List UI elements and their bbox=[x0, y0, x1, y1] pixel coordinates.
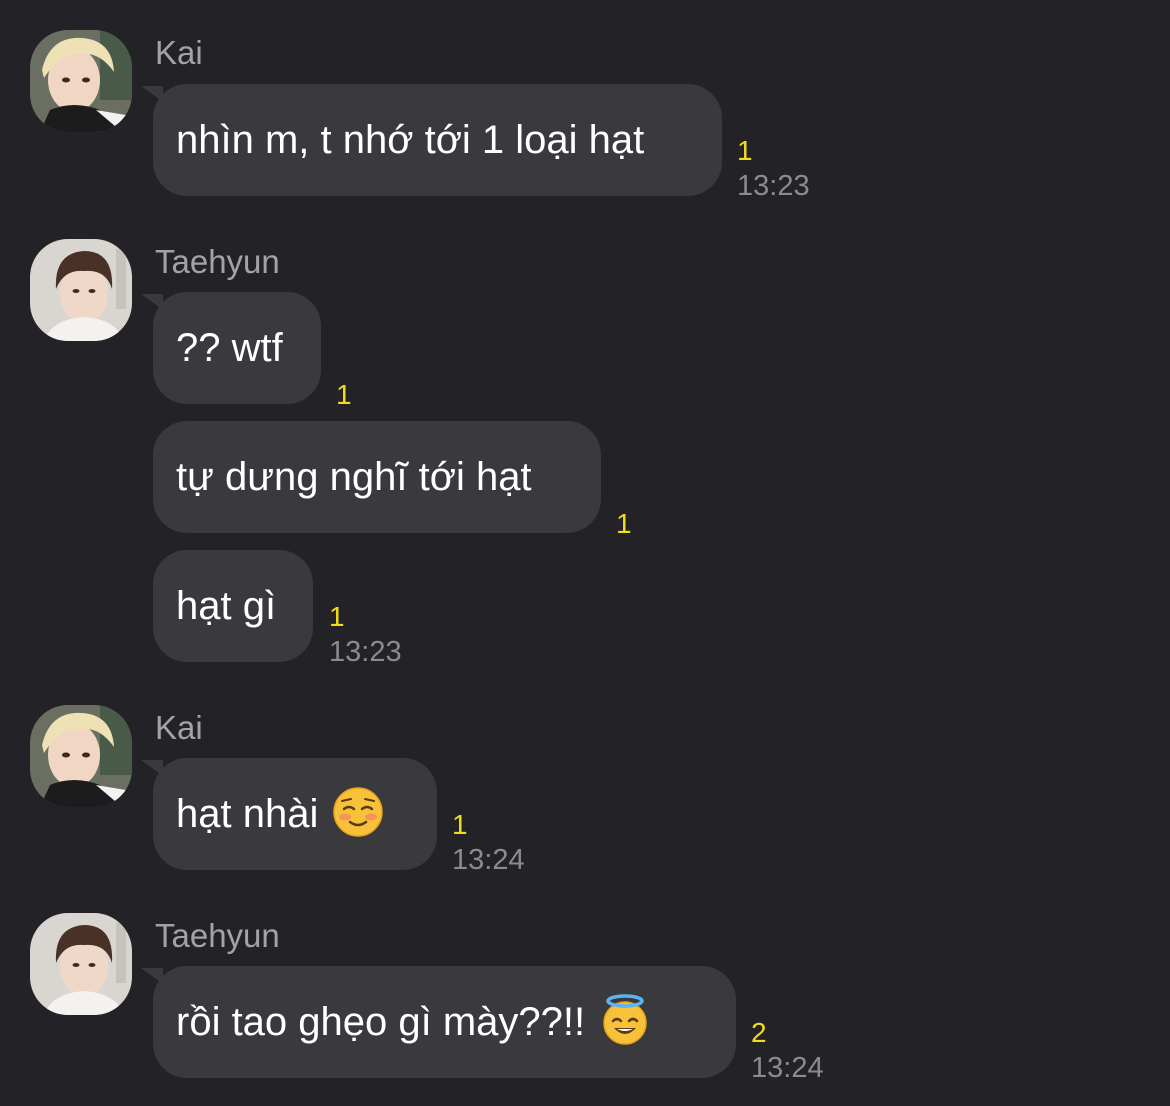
sender-name-kai: Kai bbox=[155, 34, 203, 71]
unread-count: 1 bbox=[737, 135, 753, 166]
message-bubble[interactable]: hạt gì bbox=[153, 550, 313, 662]
message-bubble[interactable]: ?? wtf bbox=[141, 292, 321, 404]
message-bubble[interactable]: rồi tao ghẹo gì mày??!! bbox=[141, 966, 736, 1078]
message-bubble[interactable]: tự dưng nghĩ tới hạt bbox=[153, 421, 601, 533]
message-text: tự dưng nghĩ tới hạt bbox=[176, 455, 532, 499]
taehyun-avatar-image bbox=[30, 239, 132, 341]
message-text: nhìn m, t nhớ tới 1 loại hạt bbox=[176, 118, 645, 162]
message-text: hạt gì bbox=[176, 584, 277, 628]
kai-avatar-image bbox=[30, 705, 132, 807]
taehyun-avatar[interactable] bbox=[30, 913, 132, 1015]
taehyun-avatar[interactable] bbox=[30, 239, 132, 341]
chat-area: Kai nhìn m, t nhớ tới 1 loại hạt 1 13:23… bbox=[0, 0, 1170, 1106]
unread-count: 1 bbox=[336, 379, 352, 410]
message-text: ?? wtf bbox=[176, 326, 283, 370]
bubble-tail bbox=[141, 294, 163, 310]
bubble-tail bbox=[141, 968, 163, 984]
message-time: 13:23 bbox=[737, 170, 810, 202]
sender-name-kai: Kai bbox=[155, 709, 203, 746]
unread-count: 2 bbox=[751, 1017, 767, 1048]
unread-count: 1 bbox=[329, 601, 345, 632]
message-bubble[interactable]: nhìn m, t nhớ tới 1 loại hạt bbox=[141, 84, 722, 196]
sender-name-taehyun: Taehyun bbox=[155, 243, 280, 280]
kai-avatar-image bbox=[30, 30, 132, 132]
unread-count: 1 bbox=[452, 809, 468, 840]
kai-avatar[interactable] bbox=[30, 705, 132, 807]
sender-name-taehyun: Taehyun bbox=[155, 917, 280, 954]
taehyun-avatar-image bbox=[30, 913, 132, 1015]
halo-smile-emoji-icon bbox=[599, 994, 651, 1046]
message-text: hạt nhài bbox=[176, 792, 319, 836]
message-text: rồi tao ghẹo gì mày??!! bbox=[176, 1000, 586, 1044]
kai-avatar[interactable] bbox=[30, 30, 132, 132]
message-time: 13:24 bbox=[751, 1052, 824, 1084]
unread-count: 1 bbox=[616, 508, 632, 539]
message-time: 13:24 bbox=[452, 844, 525, 876]
smiling-blush-emoji-icon bbox=[332, 786, 384, 838]
bubble-tail bbox=[141, 86, 163, 102]
bubble-tail bbox=[141, 760, 163, 776]
message-time: 13:23 bbox=[329, 636, 402, 668]
message-bubble[interactable]: hạt nhài bbox=[141, 758, 437, 870]
